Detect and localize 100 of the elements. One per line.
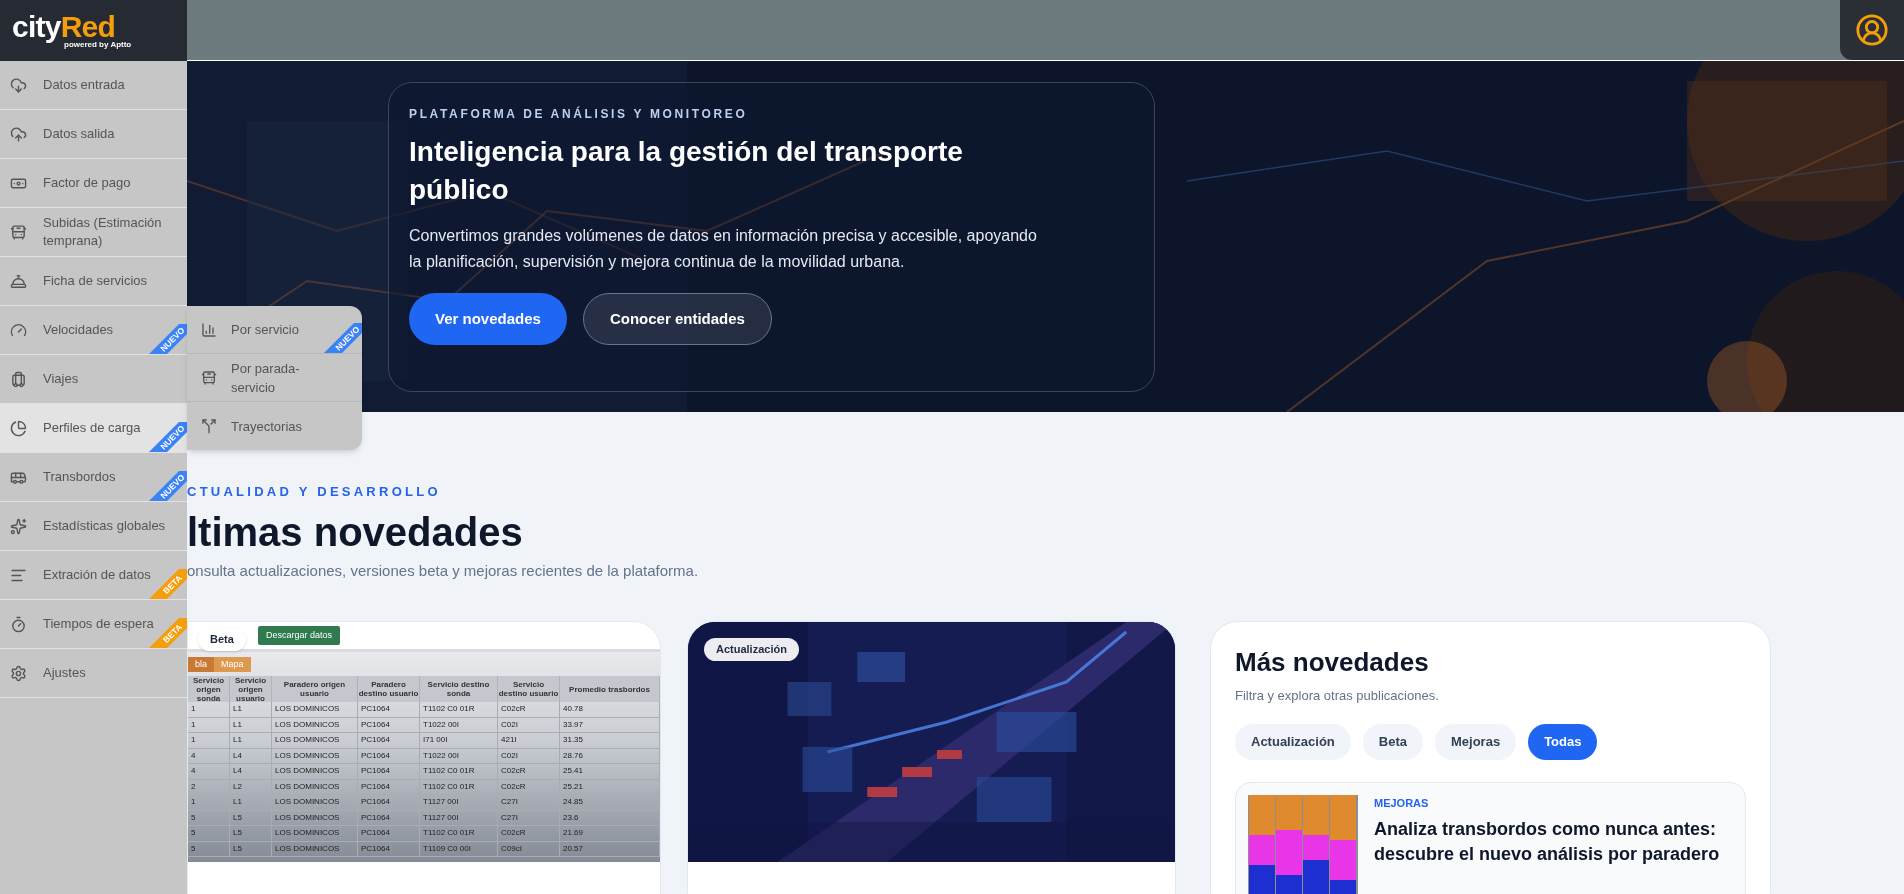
news-card[interactable]: Actualización (687, 621, 1176, 894)
table-cell: LOS DOMINICOS (272, 779, 358, 795)
category-badge: Beta (198, 628, 246, 651)
user-button[interactable] (1840, 0, 1904, 60)
post-category: MEJORAS (1374, 795, 1430, 811)
table-cell: LOS DOMINICOS (272, 764, 358, 780)
table-cell: L1 (230, 702, 272, 718)
table-cell: L5 (230, 841, 272, 857)
table-cell: T1102 C0 01R (420, 826, 498, 842)
split-arrow-icon (201, 418, 217, 434)
section-eyebrow: CTUALIDAD Y DESARROLLO (187, 484, 442, 500)
cloud-download-icon (10, 76, 27, 94)
gauge-icon (10, 321, 27, 339)
table-cell: C27I (498, 810, 560, 826)
table-cell: PC1064 (358, 702, 420, 718)
filter-chip[interactable]: Mejoras (1435, 723, 1517, 760)
hero-description: Convertimos grandes volúmenes de datos en información precisa y accesible, apoyando la planificación, supervisión y mejora continua de la movilidad urbana. (409, 226, 1038, 272)
section-title: ltimas novedades (187, 509, 524, 556)
table-cell: 4 (188, 748, 230, 764)
screenshot-tab: Mapa (214, 657, 251, 672)
table-cell: 421I (498, 733, 560, 749)
table-cell: LOS DOMINICOS (272, 733, 358, 749)
table-cell: 40.78 (560, 702, 660, 718)
card-title: Más novedades (1235, 646, 1430, 678)
table-cell: 33.97 (560, 717, 660, 733)
table-cell: I71 00I (420, 733, 498, 749)
table-cell: PC1064 (358, 810, 420, 826)
table-cell: 31.35 (560, 733, 660, 749)
table-cell: L5 (230, 826, 272, 842)
table-cell: T1102 C0 01R (420, 764, 498, 780)
filter-chip[interactable]: Actualización (1235, 723, 1351, 760)
column-header: Servicio origen sonda (188, 676, 230, 702)
table-cell: LOS DOMINICOS (272, 748, 358, 764)
settings-icon (10, 664, 27, 682)
table-cell: LOS DOMINICOS (272, 826, 358, 842)
table-cell: PC1064 (358, 826, 420, 842)
table-cell: 1 (188, 717, 230, 733)
column-header: Servicio origen usuario (230, 676, 272, 702)
download-button: Descargar datos (258, 625, 341, 646)
table-cell: 2 (188, 779, 230, 795)
table-cell: 5 (188, 810, 230, 826)
cloche-icon (10, 272, 27, 290)
bus-icon (201, 369, 217, 386)
filter-chip[interactable]: Beta (1362, 723, 1423, 760)
pie-chart-icon (10, 419, 27, 437)
table-cell: 25.21 (560, 779, 660, 795)
table-cell: T1127 00I (420, 795, 498, 811)
table-cell: LOS DOMINICOS (272, 810, 358, 826)
post-title: Analiza transbordos como nunca antes: descubre el nuevo análisis por paradero (1374, 818, 1721, 866)
table-cell: L5 (230, 810, 272, 826)
table-cell: L4 (230, 764, 272, 780)
table-cell: C02cR (498, 779, 560, 795)
logo[interactable]: cityRed powered by Aptto (0, 0, 187, 61)
table-cell: 21.69 (560, 826, 660, 842)
luggage-icon (10, 370, 27, 388)
table-cell: 5 (188, 826, 230, 842)
table-cell: 5 (188, 841, 230, 857)
table-cell: L4 (230, 748, 272, 764)
hero-eyebrow: PLATAFORMA DE ANÁLISIS Y MONITOREO (409, 105, 749, 123)
table-cell: T1022 00I (420, 748, 498, 764)
column-header: Promedio trasbordos (560, 676, 660, 702)
table-cell: LOS DOMINICOS (272, 702, 358, 718)
column-header: Servicio destino sonda (420, 676, 498, 702)
table-cell: 23.6 (560, 810, 660, 826)
table-cell: T1102 C0 01R (420, 702, 498, 718)
table-cell: C09cI (498, 841, 560, 857)
table-cell: 1 (188, 795, 230, 811)
table-cell: PC1064 (358, 841, 420, 857)
table-cell: 28.76 (560, 748, 660, 764)
table-cell: L1 (230, 733, 272, 749)
table-cell: T1022 00I (420, 717, 498, 733)
table-cell: PC1064 (358, 733, 420, 749)
table-cell: PC1064 (358, 795, 420, 811)
table-cell: T1109 C0 00I (420, 841, 498, 857)
table-cell: L2 (230, 779, 272, 795)
submenu-item[interactable]: Trayectorias (187, 402, 362, 450)
table-cell: 25.41 (560, 764, 660, 780)
table-cell: C02cR (498, 702, 560, 718)
table-cell: T1127 00I (420, 810, 498, 826)
hero-button[interactable]: Conocer entidades (582, 293, 772, 345)
category-badge: Actualización (704, 638, 799, 661)
table-cell: C02I (498, 748, 560, 764)
table-cell: C02I (498, 717, 560, 733)
post-card[interactable]: MEJORAS Analiza transbordos como nunca antes: descubre el nuevo análisis por paradero (1235, 781, 1746, 894)
hero-button[interactable]: Ver novedades (409, 293, 567, 345)
hero-title: Inteligencia para la gestión del transporte público (409, 135, 964, 207)
table-cell: T1102 C0 01R (420, 779, 498, 795)
screenshot-tab: bla (188, 657, 214, 672)
column-header: Paradero destino usuario (358, 676, 420, 702)
table-cell: L1 (230, 717, 272, 733)
table-cell: 4 (188, 764, 230, 780)
filter-chip[interactable]: Todas (1528, 723, 1598, 760)
card-subtitle: Filtra y explora otras publicaciones. (1235, 687, 1440, 705)
stopwatch-icon (10, 615, 27, 633)
table-cell: PC1064 (358, 764, 420, 780)
table-cell: 1 (188, 733, 230, 749)
table-cell: 24.85 (560, 795, 660, 811)
table-cell: C02cR (498, 826, 560, 842)
table-cell: 20.57 (560, 841, 660, 857)
bar-chart-icon (201, 321, 217, 338)
